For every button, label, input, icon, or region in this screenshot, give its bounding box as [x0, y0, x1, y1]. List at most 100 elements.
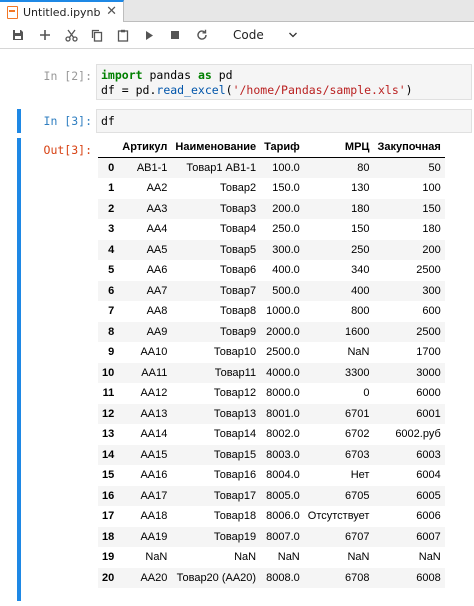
table-cell: 6705: [344, 489, 370, 502]
table-cell: 8006.0: [266, 510, 300, 523]
table-cell: 250.0: [272, 223, 300, 236]
table-cell: 4000.0: [266, 366, 300, 379]
plus-icon: [40, 30, 50, 40]
code-token: '/home/Pandas/sample.xls': [232, 83, 406, 97]
table-cell: Товар4: [220, 223, 257, 236]
table-row: 17 АА18 Товар18 8006.0 Отсутствует 6006: [98, 506, 445, 527]
clipboard-icon: [117, 29, 129, 42]
row-index: 4: [108, 243, 115, 256]
table-cell: Товар5: [220, 243, 257, 256]
save-icon: [13, 30, 23, 40]
code-line: import pandas as pd: [101, 68, 467, 83]
row-index: 0: [108, 162, 115, 174]
table-row: 20 АА20 Товар20 (АА20) 8008.0 6708 6008: [98, 567, 445, 588]
table-row: 16 АА17 Товар17 8005.0 6705 6005: [98, 485, 445, 506]
add-cell-button[interactable]: [35, 26, 55, 44]
table-cell: 8001.0: [266, 407, 300, 420]
table-cell: 200.0: [272, 202, 300, 215]
cell-type-select[interactable]: Code: [226, 26, 306, 44]
table-cell: 180: [422, 223, 441, 236]
table-cell: 0: [363, 387, 370, 400]
table-cell: NaN: [347, 346, 370, 359]
table-cell: АА10: [140, 346, 168, 359]
table-cell: 400: [351, 284, 370, 297]
table-cell: АА14: [140, 428, 168, 441]
table-row: 5 АА6 Товар6 400.0 340 2500: [98, 260, 445, 281]
code-token: read_excel: [156, 83, 226, 97]
table-cell: 500.0: [272, 284, 300, 297]
table-cell: 6000: [416, 387, 441, 400]
copy-button[interactable]: [87, 26, 107, 44]
table-cell: 300.0: [272, 243, 300, 256]
scissors-icon: [64, 29, 78, 42]
table-cell: 340: [351, 264, 370, 277]
table-cell: Товар8: [220, 305, 257, 318]
code-token: import: [101, 68, 143, 82]
table-row: 2 АА3 Товар3 200.0 180 150: [98, 198, 445, 219]
table-cell: 6702: [344, 428, 370, 441]
table-row: 10 АА11 Товар11 4000.0 3300 3000: [98, 362, 445, 383]
table-cell: 180: [351, 202, 370, 215]
table-cell: АВ1-1: [136, 162, 168, 174]
table-cell: 600: [422, 305, 441, 318]
table-cell: Товар7: [220, 284, 257, 297]
table-cell: 130: [351, 182, 370, 195]
table-cell: Нет: [350, 469, 370, 482]
table-cell: Товар14: [213, 428, 257, 441]
table-cell: 6007: [416, 530, 441, 543]
output-collapser[interactable]: [17, 138, 21, 601]
paste-button[interactable]: [113, 26, 133, 44]
table-cell: АА7: [146, 284, 168, 297]
table-cell: 6006: [416, 510, 441, 523]
table-cell: Товар3: [220, 202, 257, 215]
row-index: 5: [108, 264, 115, 277]
table-row: 4 АА5 Товар5 300.0 250 200: [98, 239, 445, 260]
table-cell: 8004.0: [266, 469, 300, 482]
table-cell: 8008.0: [266, 571, 300, 584]
run-button[interactable]: [139, 26, 159, 44]
table-cell: АА12: [140, 387, 168, 400]
row-index: 14: [102, 448, 115, 461]
table-row: 13 АА14 Товар14 8002.0 6702 6002.руб: [98, 424, 445, 445]
code-line: df = pd.read_excel('/home/Pandas/sample.…: [101, 83, 467, 98]
chevron-down-icon: [289, 32, 297, 38]
code-editor[interactable]: import pandas as pd df = pd.read_excel('/…: [96, 64, 472, 100]
table-row: 6 АА7 Товар7 500.0 400 300: [98, 280, 445, 301]
table-row: 11 АА12 Товар12 8000.0 0 6000: [98, 383, 445, 404]
table-cell: 100.0: [272, 162, 300, 174]
table-row: 14 АА15 Товар15 8003.0 6703 6003: [98, 444, 445, 465]
restart-button[interactable]: [192, 26, 212, 44]
code-editor[interactable]: df: [96, 109, 472, 133]
cell-prompt: In [2]:: [43, 69, 92, 83]
output-prompt: Out[3]:: [43, 143, 92, 157]
row-index: 3: [108, 223, 115, 236]
code-cell[interactable]: In [2]: import pandas as pd df = pd.read_…: [0, 64, 474, 102]
table-cell: 200: [422, 243, 441, 256]
table-cell: NaN: [277, 551, 300, 564]
column-header: Тариф: [260, 137, 304, 158]
table-cell: 2000.0: [266, 325, 300, 338]
table-cell: 2500: [416, 325, 441, 338]
row-index: 9: [108, 346, 115, 359]
table-cell: АА20: [140, 571, 168, 584]
close-icon[interactable]: ✕: [106, 4, 117, 19]
code-token: pd: [211, 68, 233, 82]
dataframe-table: Артикул Наименование Тариф МРЦ Закупочная 0 А…: [98, 137, 445, 588]
row-index: 1: [108, 182, 115, 195]
table-header-row: Артикул Наименование Тариф МРЦ Закупочная: [98, 137, 445, 158]
save-button[interactable]: [8, 26, 28, 44]
table-row: 18 АА19 Товар19 8007.0 6707 6007: [98, 526, 445, 547]
table-cell: Товар18: [213, 510, 257, 523]
table-row: 15 АА16 Товар16 8004.0 Нет 6004: [98, 465, 445, 486]
interrupt-button[interactable]: [165, 26, 185, 44]
table-cell: АА16: [140, 469, 168, 482]
table-cell: 6004: [416, 469, 441, 482]
code-cell-active[interactable]: In [3]: df: [0, 109, 474, 133]
table-cell: NaN: [145, 551, 168, 564]
table-cell: Товар20 (АА20): [176, 571, 257, 584]
table-cell: Товар15: [213, 448, 257, 461]
table-row: 3 АА4 Товар4 250.0 150 180: [98, 219, 445, 240]
tab-notebook[interactable]: Untitled.ipynb ✕: [0, 0, 124, 22]
cut-button[interactable]: [61, 26, 81, 44]
table-cell: Товар17: [213, 489, 257, 502]
